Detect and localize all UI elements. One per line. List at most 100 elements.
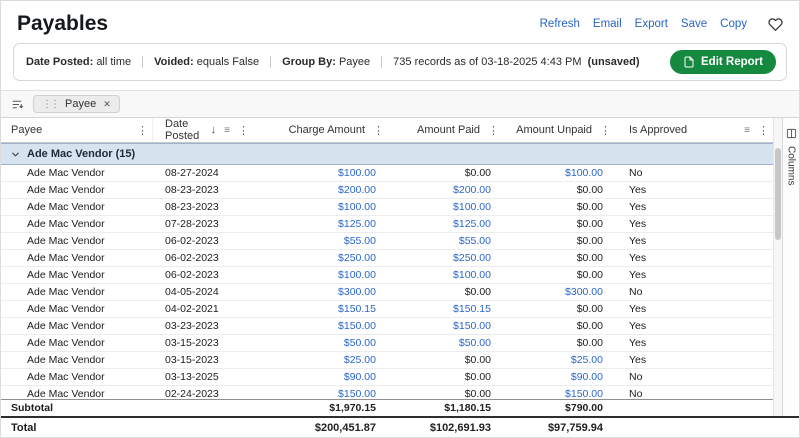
table-row[interactable]: Ade Mac Vendor 07-28-2023 $125.00 $125.00 $0…	[1, 216, 773, 233]
cell-charge-amount[interactable]: $250.00	[253, 252, 388, 264]
table-row[interactable]: Ade Mac Vendor 08-27-2024 $100.00 $0.00 $100…	[1, 165, 773, 182]
column-menu-kebab-icon[interactable]: ⋮	[133, 124, 152, 137]
cell-charge-amount[interactable]: $200.00	[253, 184, 388, 196]
column-header-date-posted[interactable]: Date Posted ↓ ≡ ⋮	[153, 118, 253, 142]
cell-charge-amount[interactable]: $150.00	[253, 388, 388, 399]
column-header-amount-unpaid[interactable]: Amount Unpaid ⋮	[503, 118, 615, 142]
table-row[interactable]: Ade Mac Vendor 08-23-2023 $200.00 $200.00 $0…	[1, 182, 773, 199]
cell-amount-paid[interactable]: $150.00	[388, 320, 503, 332]
cell-charge-amount[interactable]: $55.00	[253, 235, 388, 247]
cell-amount-unpaid: $0.00	[576, 235, 603, 247]
cell-charge-amount[interactable]: $150.00	[253, 320, 388, 332]
column-menu-kebab-icon[interactable]: ⋮	[484, 124, 503, 137]
table-row[interactable]: Ade Mac Vendor 02-24-2023 $150.00 $0.00 $150…	[1, 386, 773, 399]
column-header-amount-paid[interactable]: Amount Paid ⋮	[388, 118, 503, 142]
edit-report-button[interactable]: Edit Report	[670, 50, 776, 74]
copy-link[interactable]: Copy	[720, 18, 747, 30]
filter-label: Group By:	[282, 56, 336, 68]
cell-amount-paid[interactable]: $100.00	[388, 201, 503, 213]
remove-group-icon[interactable]: ✕	[103, 99, 111, 110]
top-header: Payables Refresh Email Export Save Copy	[1, 1, 799, 41]
group-chip-payee[interactable]: ⋮⋮ Payee ✕	[33, 95, 120, 113]
table-row[interactable]: Ade Mac Vendor 04-02-2021 $150.15 $150.15 $0…	[1, 301, 773, 318]
cell-amount-unpaid[interactable]: $90.00	[503, 371, 615, 383]
filter-date-posted[interactable]: Date Posted: all time	[24, 56, 142, 68]
records-info: 735 records as of 03-18-2025 4:43 PM	[393, 56, 582, 68]
cell-amount-paid[interactable]: $125.00	[388, 218, 503, 230]
email-link[interactable]: Email	[593, 18, 622, 30]
column-label: Amount Paid	[417, 124, 480, 136]
columns-panel-label: Columns	[785, 146, 797, 186]
cell-amount-paid[interactable]: $50.00	[388, 337, 503, 349]
table-row[interactable]: Ade Mac Vendor 03-13-2025 $90.00 $0.00 $90.0…	[1, 369, 773, 386]
table-row[interactable]: Ade Mac Vendor 06-02-2023 $250.00 $250.00 $0…	[1, 250, 773, 267]
cell-amount-unpaid[interactable]: $150.00	[503, 388, 615, 399]
column-menu-kebab-icon[interactable]: ⋮	[369, 124, 388, 137]
filter-group-by[interactable]: Group By: Payee	[270, 56, 381, 68]
vertical-scrollbar[interactable]	[773, 118, 782, 416]
cell-charge-amount[interactable]: $100.00	[253, 269, 388, 281]
cell-amount-paid: $0.00	[464, 286, 491, 298]
column-header-payee[interactable]: Payee ⋮	[1, 118, 153, 142]
cell-is-approved: Yes	[629, 320, 647, 332]
cell-charge-amount[interactable]: $125.00	[253, 218, 388, 230]
cell-charge-amount[interactable]: $50.00	[253, 337, 388, 349]
columns-panel-toggle[interactable]: Columns	[782, 118, 799, 416]
cell-date-posted: 08-23-2023	[165, 201, 219, 213]
table-row[interactable]: Ade Mac Vendor 08-23-2023 $100.00 $100.00 $0…	[1, 199, 773, 216]
cell-amount-unpaid: $0.00	[576, 184, 603, 196]
cell-is-approved: Yes	[629, 235, 647, 247]
group-row[interactable]: Ade Mac Vendor (15)	[1, 143, 773, 165]
cell-amount-paid: $0.00	[464, 167, 491, 179]
subtotal-charge: $1,970.15	[329, 402, 376, 414]
cell-amount-paid[interactable]: $200.00	[388, 184, 503, 196]
cell-amount-paid[interactable]: $100.00	[388, 269, 503, 281]
refresh-link[interactable]: Refresh	[540, 18, 580, 30]
cell-amount-paid[interactable]: $55.00	[388, 235, 503, 247]
cell-date-posted: 04-05-2024	[165, 286, 219, 298]
table-header: Payee ⋮ Date Posted ↓ ≡ ⋮ Charge Amount …	[1, 118, 773, 143]
drag-handle-icon[interactable]: ⋮⋮	[42, 99, 60, 110]
chip-label: Payee	[65, 98, 97, 110]
cell-date-posted: 06-02-2023	[165, 235, 219, 247]
table-row[interactable]: Ade Mac Vendor 06-02-2023 $100.00 $100.00 $0…	[1, 267, 773, 284]
cell-charge-amount[interactable]: $25.00	[253, 354, 388, 366]
table-row[interactable]: Ade Mac Vendor 03-15-2023 $25.00 $0.00 $25.0…	[1, 352, 773, 369]
cell-amount-unpaid: $0.00	[576, 303, 603, 315]
cell-amount-unpaid[interactable]: $100.00	[503, 167, 615, 179]
table-row[interactable]: Ade Mac Vendor 06-02-2023 $55.00 $55.00 $0.0…	[1, 233, 773, 250]
column-menu-kebab-icon[interactable]: ⋮	[596, 124, 615, 137]
cell-charge-amount[interactable]: $300.00	[253, 286, 388, 298]
export-link[interactable]: Export	[635, 18, 668, 30]
cell-amount-unpaid[interactable]: $25.00	[503, 354, 615, 366]
column-filter-icon[interactable]: ≡	[224, 125, 230, 136]
group-list-icon[interactable]	[11, 98, 24, 111]
table-row[interactable]: Ade Mac Vendor 03-15-2023 $50.00 $50.00 $0.0…	[1, 335, 773, 352]
favorite-heart-icon[interactable]	[768, 17, 783, 32]
table-row[interactable]: Ade Mac Vendor 03-23-2023 $150.00 $150.00 $0…	[1, 318, 773, 335]
column-menu-kebab-icon[interactable]: ⋮	[234, 124, 253, 137]
cell-amount-unpaid[interactable]: $300.00	[503, 286, 615, 298]
column-header-is-approved[interactable]: Is Approved ≡ ⋮	[615, 118, 773, 142]
cell-amount-unpaid: $0.00	[576, 337, 603, 349]
subtotal-label: Subtotal	[11, 402, 53, 414]
cell-charge-amount[interactable]: $90.00	[253, 371, 388, 383]
total-unpaid: $97,759.94	[547, 421, 603, 434]
column-menu-kebab-icon[interactable]: ⋮	[754, 124, 773, 137]
cell-payee: Ade Mac Vendor	[27, 269, 105, 281]
save-link[interactable]: Save	[681, 18, 707, 30]
page-title: Payables	[17, 12, 109, 35]
column-filter-icon[interactable]: ≡	[744, 125, 750, 136]
cell-charge-amount[interactable]: $100.00	[253, 201, 388, 213]
chevron-down-icon[interactable]	[10, 149, 21, 160]
cell-charge-amount[interactable]: $150.15	[253, 303, 388, 315]
filter-voided[interactable]: Voided: equals False	[142, 56, 270, 68]
cell-amount-paid[interactable]: $150.15	[388, 303, 503, 315]
filter-bar: Date Posted: all time Voided: equals Fal…	[13, 43, 787, 81]
sort-desc-icon[interactable]: ↓	[211, 124, 217, 136]
cell-amount-paid[interactable]: $250.00	[388, 252, 503, 264]
table-row[interactable]: Ade Mac Vendor 04-05-2024 $300.00 $0.00 $300…	[1, 284, 773, 301]
column-header-charge-amount[interactable]: Charge Amount ⋮	[253, 118, 388, 142]
scrollbar-thumb[interactable]	[775, 148, 781, 240]
cell-charge-amount[interactable]: $100.00	[253, 167, 388, 179]
